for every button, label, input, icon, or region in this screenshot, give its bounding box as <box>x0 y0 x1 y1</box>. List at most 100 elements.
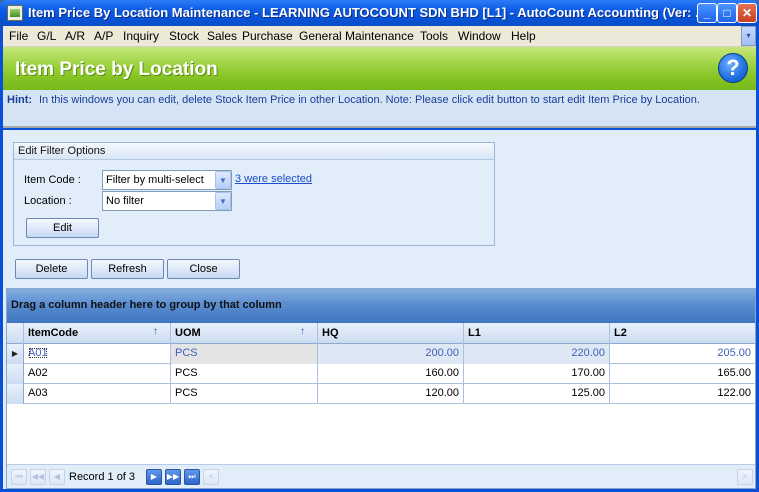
cell-l2[interactable]: 165.00 <box>610 364 755 384</box>
cell-l2[interactable]: 205.00 <box>610 344 755 364</box>
help-icon[interactable]: ? <box>718 53 748 83</box>
page-title: Item Price by Location <box>15 59 218 80</box>
record-position-text: Record 1 of 3 <box>69 471 136 483</box>
sort-ascending-icon: ↑ <box>300 326 305 337</box>
menu-gl[interactable]: G/L <box>37 29 56 43</box>
selected-items-link[interactable]: 3 were selected <box>235 173 312 185</box>
page-header: Item Price by Location ? <box>3 47 756 90</box>
cell-text: 165.00 <box>717 367 751 379</box>
location-label: Location : <box>24 195 72 207</box>
cell-text: 220.00 <box>571 347 605 359</box>
cell-l2[interactable]: 122.00 <box>610 384 755 404</box>
menu-purchase[interactable]: Purchase <box>242 29 293 43</box>
cell-uom[interactable]: PCS <box>171 344 318 364</box>
column-header-label: L1 <box>468 327 481 339</box>
column-header-uom[interactable]: UOM ↑ <box>171 323 318 344</box>
refresh-button[interactable]: Refresh <box>91 259 164 279</box>
cell-text: 160.00 <box>425 367 459 379</box>
cell-text: 125.00 <box>571 387 605 399</box>
cell-text: 120.00 <box>425 387 459 399</box>
sort-ascending-icon: ↑ <box>153 326 158 337</box>
last-record-icon[interactable]: ⏭ <box>184 469 200 485</box>
cell-uom[interactable]: PCS <box>171 364 318 384</box>
hint-label: Hint: <box>7 94 33 106</box>
cell-text: 200.00 <box>425 347 459 359</box>
menu-sales[interactable]: Sales <box>207 29 237 43</box>
cell-l1[interactable]: 170.00 <box>464 364 610 384</box>
hint-text: In this windows you can edit, delete Sto… <box>39 94 700 106</box>
cell-text: A01 <box>28 347 48 359</box>
main-content: Edit Filter Options Item Code : Filter b… <box>3 130 756 489</box>
edit-button[interactable]: Edit <box>26 218 99 238</box>
app-window: Item Price By Location Maintenance - LEA… <box>0 0 759 492</box>
title-bar[interactable]: Item Price By Location Maintenance - LEA… <box>0 0 759 26</box>
location-filter-value: No filter <box>106 195 144 207</box>
cell-text: 122.00 <box>717 387 751 399</box>
table-row[interactable]: A03 PCS 120.00 125.00 122.00 <box>7 384 755 404</box>
cell-hq[interactable]: 120.00 <box>318 384 464 404</box>
menu-bar: File G/L A/R A/P Inquiry Stock Sales Pur… <box>3 26 756 47</box>
cell-itemcode[interactable]: A01 <box>24 344 171 364</box>
chevron-down-icon[interactable]: ▼ <box>215 171 231 189</box>
location-filter-select[interactable]: No filter ▼ <box>102 191 232 211</box>
group-by-hint: Drag a column header here to group by th… <box>11 299 282 311</box>
current-row-icon: ▶ <box>7 344 24 364</box>
row-indicator-header <box>7 323 24 344</box>
hint-panel: Hint: In this windows you can edit, dele… <box>3 90 756 128</box>
item-code-filter-value: Filter by multi-select <box>106 174 204 186</box>
scroll-right-icon[interactable]: > <box>737 469 753 485</box>
menu-window[interactable]: Window <box>458 29 501 43</box>
next-page-icon[interactable]: ▶▶ <box>165 469 181 485</box>
close-window-button[interactable]: ✕ <box>737 3 757 23</box>
cell-text: PCS <box>175 387 198 399</box>
cell-text: A03 <box>28 387 48 399</box>
column-header-label: L2 <box>614 327 627 339</box>
filter-options-group: Edit Filter Options Item Code : Filter b… <box>13 142 495 246</box>
menu-scroll-button[interactable]: ▾ <box>741 26 756 46</box>
scroll-left-icon[interactable]: < <box>203 469 219 485</box>
cell-l1[interactable]: 125.00 <box>464 384 610 404</box>
menu-stock[interactable]: Stock <box>169 29 199 43</box>
cell-l1[interactable]: 220.00 <box>464 344 610 364</box>
group-by-panel[interactable]: Drag a column header here to group by th… <box>7 289 755 323</box>
cell-itemcode[interactable]: A02 <box>24 364 171 384</box>
price-grid: Drag a column header here to group by th… <box>6 288 756 489</box>
row-indicator <box>7 384 24 404</box>
menu-ap[interactable]: A/P <box>94 29 113 43</box>
table-row[interactable]: ▶ A01 PCS 200.00 220.00 205.00 <box>7 344 755 364</box>
window-title: Item Price By Location Maintenance - LEA… <box>28 5 706 20</box>
table-row[interactable]: A02 PCS 160.00 170.00 165.00 <box>7 364 755 384</box>
next-record-icon[interactable]: ▶ <box>146 469 162 485</box>
app-icon[interactable] <box>7 5 23 21</box>
cell-text: PCS <box>175 367 198 379</box>
row-indicator <box>7 364 24 384</box>
column-header-hq[interactable]: HQ <box>318 323 464 344</box>
previous-page-icon[interactable]: ◀◀ <box>30 469 46 485</box>
previous-record-icon[interactable]: ◀ <box>49 469 65 485</box>
column-header-label: HQ <box>322 327 339 339</box>
menu-ar[interactable]: A/R <box>65 29 85 43</box>
delete-button[interactable]: Delete <box>15 259 88 279</box>
column-header-l2[interactable]: L2 <box>610 323 755 344</box>
first-record-icon[interactable]: ⏮ <box>11 469 27 485</box>
menu-inquiry[interactable]: Inquiry <box>123 29 159 43</box>
column-header-label: ItemCode <box>28 327 79 339</box>
chevron-down-icon[interactable]: ▼ <box>215 192 231 210</box>
item-code-filter-select[interactable]: Filter by multi-select ▼ <box>102 170 232 190</box>
cell-itemcode[interactable]: A03 <box>24 384 171 404</box>
close-button[interactable]: Close <box>167 259 240 279</box>
column-header-l1[interactable]: L1 <box>464 323 610 344</box>
menu-file[interactable]: File <box>9 29 28 43</box>
column-header-itemcode[interactable]: ItemCode ↑ <box>24 323 171 344</box>
menu-general-maintenance[interactable]: General Maintenance <box>299 29 414 43</box>
cell-text: A02 <box>28 367 48 379</box>
cell-uom[interactable]: PCS <box>171 384 318 404</box>
column-header-label: UOM <box>175 327 201 339</box>
record-navigator: ⏮ ◀◀ ◀ Record 1 of 3 ▶ ▶▶ ⏭ < > <box>7 464 755 488</box>
menu-help[interactable]: Help <box>511 29 536 43</box>
minimize-button[interactable]: _ <box>697 3 717 23</box>
maximize-button[interactable]: □ <box>717 3 737 23</box>
cell-hq[interactable]: 200.00 <box>318 344 464 364</box>
menu-tools[interactable]: Tools <box>420 29 448 43</box>
cell-hq[interactable]: 160.00 <box>318 364 464 384</box>
